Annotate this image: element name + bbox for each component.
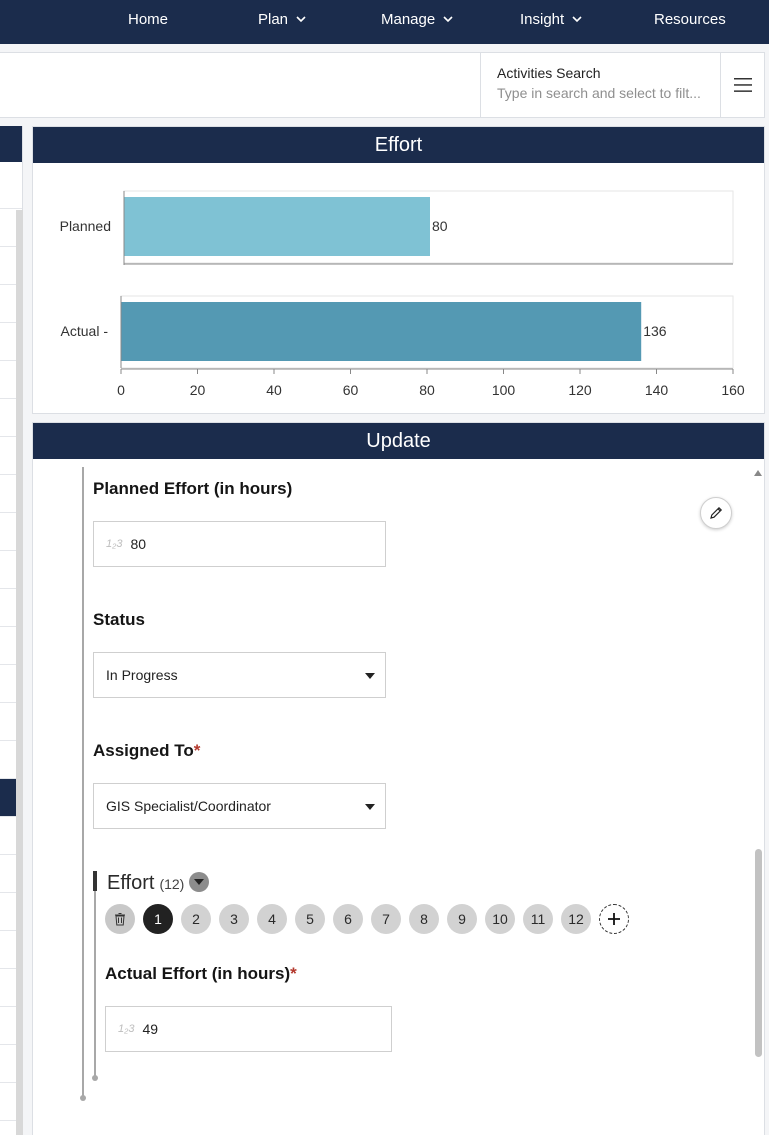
record-page-5[interactable]: 5: [295, 904, 325, 934]
record-page-4[interactable]: 4: [257, 904, 287, 934]
delete-record-button[interactable]: [105, 904, 135, 934]
number-input-icon: 1₂3: [118, 1023, 135, 1035]
tree-line-end: [80, 1095, 86, 1101]
x-tick-label: 160: [721, 382, 745, 398]
assigned-to-select[interactable]: GIS Specialist/Coordinator: [93, 783, 386, 829]
record-page-10[interactable]: 10: [485, 904, 515, 934]
group-marker: [93, 871, 97, 891]
effort-bar-chart: Planned 80 Actual - 136 0 20 40 60 80 100 120 140 16…: [60, 190, 745, 398]
number-input-icon: 1₂3: [106, 538, 123, 550]
top-navigation: Home Plan Manage Insight Resources: [0, 0, 769, 44]
tree-line-end: [92, 1075, 98, 1081]
x-tick-label: 60: [343, 382, 359, 398]
actual-effort-value: 49: [142, 1021, 159, 1037]
chevron-down-icon: [572, 16, 582, 23]
record-page-11[interactable]: 11: [523, 904, 553, 934]
x-tick-label: 140: [645, 382, 669, 398]
assigned-to-label: Assigned To*: [93, 741, 200, 761]
effort-panel-title: Effort: [33, 127, 764, 163]
update-panel-title: Update: [33, 423, 764, 459]
status-select[interactable]: In Progress: [93, 652, 386, 698]
nav-insight-label: Insight: [520, 10, 565, 28]
record-page-9[interactable]: 9: [447, 904, 477, 934]
planned-effort-label: Planned Effort (in hours): [93, 479, 293, 498]
nav-plan-label: Plan: [258, 10, 289, 28]
nav-plan[interactable]: Plan: [258, 0, 308, 38]
trash-icon: [115, 913, 125, 926]
x-tick-label: 20: [190, 382, 206, 398]
hamburger-icon: [734, 78, 752, 92]
data-label-0: 80: [432, 218, 448, 234]
nav-manage-label: Manage: [381, 10, 436, 28]
actual-effort-field[interactable]: 1₂3 49: [105, 1006, 392, 1052]
bar-1: [121, 302, 642, 361]
update-form: Planned Effort (in hours) 1₂3 80 Status …: [33, 459, 764, 1135]
menu-button[interactable]: [720, 53, 765, 117]
assigned-to-value: GIS Specialist/Coordinator: [106, 798, 271, 814]
collapse-toggle-icon[interactable]: [189, 872, 210, 892]
actual-effort-label: Actual Effort (in hours)*: [105, 964, 297, 984]
effort-record-pager: 1 2 3 4 5 6 7 8 9 10 11 12: [105, 904, 629, 934]
pencil-icon: [710, 506, 723, 519]
effort-group-count: (12): [159, 876, 185, 892]
dropdown-arrow-icon: [365, 673, 375, 679]
record-page-2[interactable]: 2: [181, 904, 211, 934]
required-marker: *: [290, 964, 297, 983]
search-title: Activities Search: [497, 65, 601, 81]
effort-group-header: Effort (12): [107, 869, 210, 895]
x-tick-label: 0: [117, 382, 125, 398]
status-label: Status: [93, 610, 145, 629]
record-page-6[interactable]: 6: [333, 904, 363, 934]
toolbar: Activities Search: [0, 52, 765, 118]
activities-search: Activities Search: [480, 53, 720, 117]
plus-icon: [608, 913, 620, 925]
form-tree-line: [82, 467, 84, 1099]
record-page-3[interactable]: 3: [219, 904, 249, 934]
chevron-down-icon: [296, 16, 306, 23]
planned-effort-value: 80: [130, 536, 147, 552]
planned-effort-field[interactable]: 1₂3 80: [93, 521, 386, 567]
record-page-7[interactable]: 7: [371, 904, 401, 934]
actual-effort-label-text: Actual Effort (in hours): [105, 964, 291, 983]
x-tick-label: 120: [568, 382, 592, 398]
chevron-down-icon: [443, 16, 453, 23]
record-page-1[interactable]: 1: [143, 904, 173, 934]
required-marker: *: [193, 741, 201, 760]
table-header: [0, 126, 22, 162]
effort-group-title: Effort: [107, 872, 155, 894]
group-tree-line: [94, 871, 96, 1079]
nav-resources[interactable]: Resources: [654, 0, 726, 38]
edit-button[interactable]: [700, 497, 732, 529]
record-page-8[interactable]: 8: [409, 904, 439, 934]
nav-insight[interactable]: Insight: [520, 0, 584, 38]
search-input[interactable]: [497, 85, 707, 101]
nav-home-label: Home: [128, 10, 169, 28]
table-scrollbar[interactable]: [16, 210, 23, 1135]
data-label-1: 136: [643, 323, 667, 339]
category-label-1: Actual -: [61, 323, 109, 339]
update-panel: Update Planned Effort (in hours) 1₂3 80 …: [32, 422, 765, 1135]
x-tick-label: 80: [419, 382, 435, 398]
add-record-button[interactable]: [599, 904, 629, 934]
bar-0: [124, 197, 430, 256]
assigned-to-label-text: Assigned To: [93, 741, 194, 760]
category-label-0: Planned: [60, 218, 111, 234]
effort-panel: Effort Planned 80 Actual - 136 0 20 40 60 80 100 1…: [32, 126, 765, 414]
nav-resources-label: Resources: [654, 10, 726, 28]
x-tick-label: 100: [492, 382, 516, 398]
form-scrollbar[interactable]: [755, 849, 762, 1057]
record-page-12[interactable]: 12: [561, 904, 591, 934]
dropdown-arrow-icon: [365, 804, 375, 810]
table-filter-row: [0, 162, 22, 209]
x-tick-label: 40: [266, 382, 282, 398]
scroll-up-arrow[interactable]: [754, 470, 762, 476]
nav-manage[interactable]: Manage: [381, 0, 455, 38]
status-value: In Progress: [106, 667, 178, 683]
nav-home[interactable]: Home: [128, 0, 168, 38]
